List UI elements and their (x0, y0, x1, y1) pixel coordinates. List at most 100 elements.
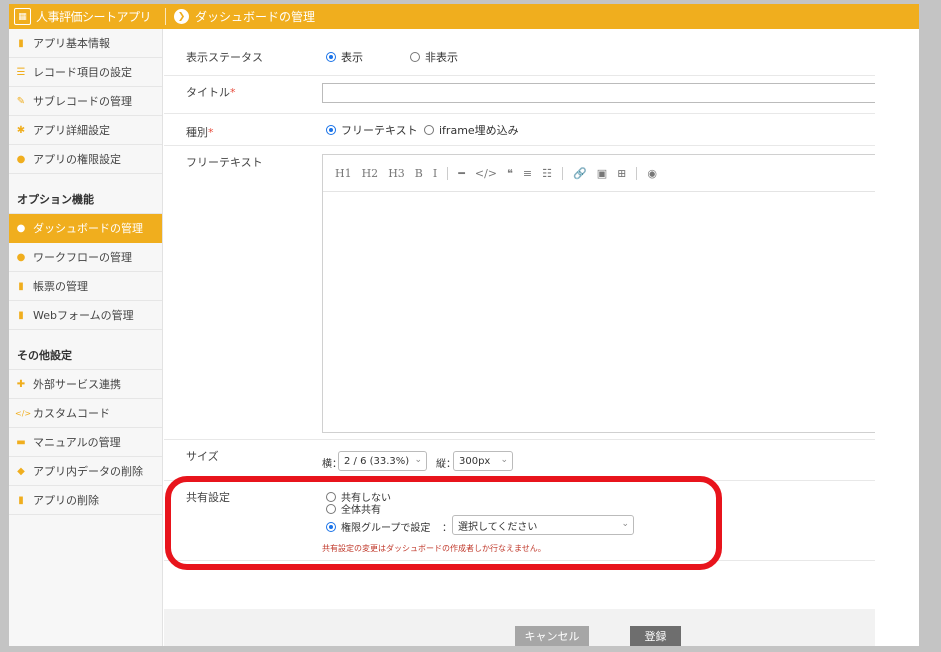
sidebar-item[interactable]: ✱ アプリ詳細設定 (9, 116, 162, 145)
markdown-editor[interactable]: H1 H2 H3 B I ━ </> ❝ ≡ ☷ 🔗 ▣ ⊞ ◉ (322, 154, 875, 433)
sidebar-item[interactable]: ▮ アプリの削除 (9, 486, 162, 515)
radio-indicator (410, 52, 420, 62)
code-icon: </> (15, 408, 32, 418)
sidebar-item[interactable]: ▮ Webフォームの管理 (9, 301, 162, 330)
sidebar-item[interactable]: ● アプリの権限設定 (9, 145, 162, 174)
chevron-down-icon: ⌄ (414, 455, 422, 465)
h3-icon[interactable]: H3 (388, 167, 405, 180)
code-icon[interactable]: </> (475, 167, 497, 180)
sidebar-item-label: 帳票の管理 (33, 280, 88, 293)
sidebar-item-label: アプリの削除 (33, 494, 99, 507)
sidebar-section-other: その他設定 (9, 330, 162, 370)
h2-icon[interactable]: H2 (362, 167, 379, 180)
chevron-right-icon: ❯ (174, 9, 189, 24)
label-kind: 種別* (186, 126, 214, 139)
book-icon: ▬ (16, 436, 26, 448)
bold-icon[interactable]: B (415, 167, 423, 180)
radio-kind-iframe[interactable]: iframe埋め込み (424, 122, 519, 138)
app-title-area[interactable]: ▦ 人事評価シートアプリ (9, 4, 163, 29)
header-divider (165, 8, 166, 25)
dashboard-icon: ● (16, 222, 26, 234)
label-free-text: フリーテキスト (186, 156, 263, 169)
permission-group-select[interactable]: 選択してください ⌄ (452, 515, 634, 535)
sidebar-item[interactable]: ▮ アプリ基本情報 (9, 29, 162, 58)
row-title: タイトル* (164, 76, 875, 114)
label-size: サイズ (186, 450, 219, 463)
users-icon: ● (16, 153, 26, 165)
toolbar-separator (636, 166, 638, 180)
app-icon: ▦ (14, 8, 31, 25)
app-title: 人事評価シートアプリ (36, 10, 152, 24)
sidebar-item[interactable]: ● ダッシュボードの管理 (9, 214, 162, 243)
group-separator: ： (442, 523, 452, 534)
form-icon: ▮ (18, 309, 24, 321)
document-icon: ▮ (18, 280, 24, 292)
label-display-status: 表示ステータス (186, 51, 263, 64)
row-display-status: 表示ステータス 表示 非表示 (164, 29, 875, 76)
toolbar-separator (562, 166, 564, 180)
h1-icon[interactable]: H1 (335, 167, 352, 180)
hr-icon[interactable]: ━ (458, 167, 465, 180)
italic-icon[interactable]: I (433, 167, 437, 180)
label-sharing: 共有設定 (186, 491, 230, 504)
window-frame-left (0, 0, 9, 652)
submit-button[interactable]: 登録 (630, 626, 681, 646)
ordered-list-icon[interactable]: ≡ (523, 167, 532, 180)
radio-kind-free-text[interactable]: フリーテキスト (326, 122, 418, 138)
chevron-down-icon: ⌄ (621, 519, 629, 529)
image-icon[interactable]: ▣ (597, 167, 607, 180)
sidebar-item-label: レコード項目の設定 (33, 66, 132, 79)
size-height-select[interactable]: 300px ⌄ (453, 451, 513, 471)
sidebar-group-options: ● ダッシュボードの管理 ● ワークフローの管理 ▮ 帳票の管理 ▮ Webフォームの管理 (9, 214, 162, 330)
sidebar-item[interactable]: ▬ マニュアルの管理 (9, 428, 162, 457)
puzzle-icon: ✚ (16, 378, 26, 390)
radio-share-all[interactable]: 全体共有 (326, 501, 381, 516)
sidebar-item[interactable]: ✎ サブレコードの管理 (9, 87, 162, 116)
title-input[interactable] (322, 83, 875, 103)
radio-share-group[interactable]: 権限グループで設定 (326, 519, 430, 534)
eraser-icon: ◆ (17, 465, 25, 477)
editor-toolbar: H1 H2 H3 B I ━ </> ❝ ≡ ☷ 🔗 ▣ ⊞ ◉ (323, 155, 875, 192)
sidebar-item-label: Webフォームの管理 (33, 309, 134, 322)
sidebar-item-label: アプリの権限設定 (33, 153, 121, 166)
sidebar-item[interactable]: ✚ 外部サービス連携 (9, 370, 162, 399)
label-title: タイトル* (186, 86, 236, 99)
sharing-note: 共有設定の変更はダッシュボードの作成者しか行なえません。 (322, 544, 546, 553)
link-icon[interactable]: 🔗 (573, 167, 587, 180)
row-kind: 種別* フリーテキスト iframe埋め込み (164, 114, 875, 146)
sidebar-item[interactable]: </> カスタムコード (9, 399, 162, 428)
sidebar-item-label: ダッシュボードの管理 (33, 222, 143, 235)
sidebar-item-label: 外部サービス連携 (33, 378, 121, 391)
page-title: ダッシュボードの管理 (195, 10, 316, 24)
sidebar-group-other: ✚ 外部サービス連携 </> カスタムコード ▬ マニュアルの管理 ◆ アプリ内データの削除 ▮… (9, 370, 162, 515)
window-frame-bottom (0, 646, 941, 652)
radio-indicator (326, 125, 336, 135)
radio-indicator (326, 52, 336, 62)
radio-indicator (326, 504, 336, 514)
quote-icon[interactable]: ❝ (507, 167, 513, 180)
gear-icon: ✱ (16, 124, 26, 136)
sidebar-item[interactable]: ● ワークフローの管理 (9, 243, 162, 272)
workflow-icon: ● (16, 251, 26, 263)
size-width-select[interactable]: 2 / 6 (33.3%) ⌄ (338, 451, 427, 471)
table-icon[interactable]: ⊞ (617, 167, 626, 180)
radio-status-hide[interactable]: 非表示 (410, 49, 458, 65)
sidebar-item[interactable]: ◆ アプリ内データの削除 (9, 457, 162, 486)
info-icon: ▮ (18, 37, 24, 49)
sidebar-item[interactable]: ☰ レコード項目の設定 (9, 58, 162, 87)
radio-status-show[interactable]: 表示 (326, 49, 363, 65)
cancel-button[interactable]: キャンセル (515, 626, 589, 646)
sidebar-group-basic: ▮ アプリ基本情報 ☰ レコード項目の設定 ✎ サブレコードの管理 ✱ アプリ詳細設定 ● アプリ… (9, 29, 162, 174)
row-size: サイズ 横： 2 / 6 (33.3%) ⌄ 縦： 300px ⌄ (164, 440, 875, 481)
preview-icon[interactable]: ◉ (647, 167, 657, 180)
sidebar: ▮ アプリ基本情報 ☰ レコード項目の設定 ✎ サブレコードの管理 ✱ アプリ詳細設定 ● アプリ… (9, 29, 163, 646)
radio-indicator (424, 125, 434, 135)
sidebar-item[interactable]: ▮ 帳票の管理 (9, 272, 162, 301)
app-header: ▦ 人事評価シートアプリ ❯ ダッシュボードの管理 (9, 4, 919, 29)
chevron-down-icon: ⌄ (500, 455, 508, 465)
bullet-list-icon[interactable]: ☷ (542, 167, 552, 180)
sidebar-item-label: アプリ内データの削除 (33, 465, 143, 478)
pen-icon: ✎ (16, 95, 26, 107)
toolbar-separator (447, 166, 449, 180)
sidebar-item-label: アプリ基本情報 (33, 37, 110, 50)
